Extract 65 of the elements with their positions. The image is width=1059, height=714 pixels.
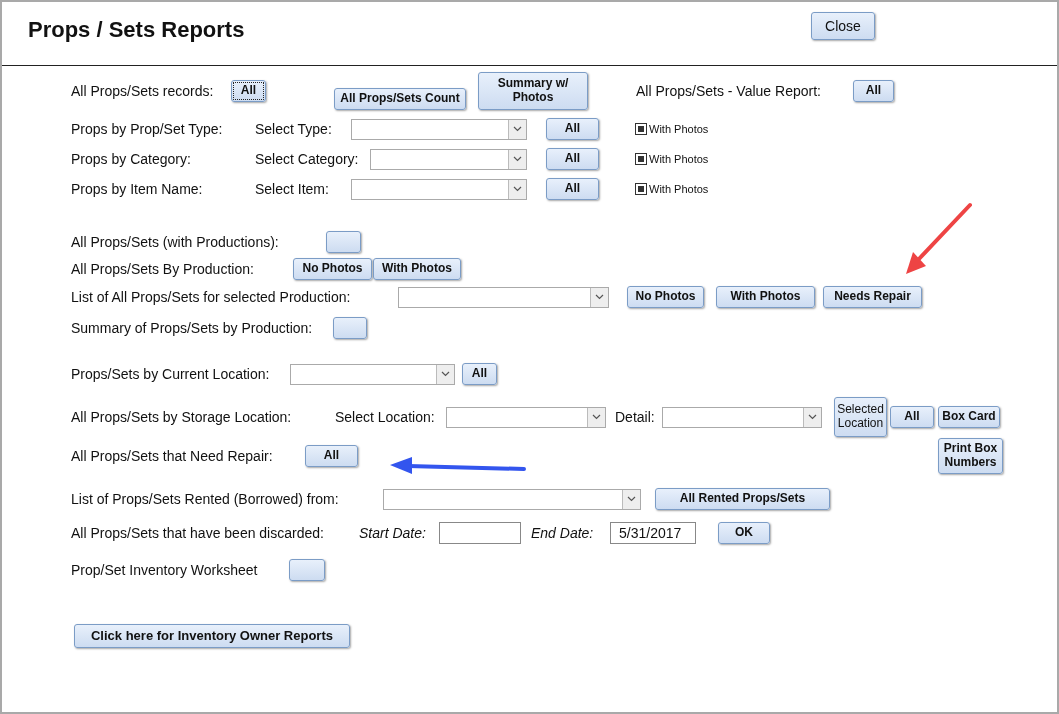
form-label: All Props/Sets - Value Report: <box>636 83 822 99</box>
report-button[interactable] <box>289 559 325 581</box>
report-button[interactable]: With Photos <box>716 286 815 308</box>
checkbox-label: With Photos <box>649 183 709 195</box>
report-button[interactable]: All <box>890 406 934 428</box>
checkbox-label: With Photos <box>649 153 709 165</box>
report-button[interactable]: With Photos <box>373 258 461 280</box>
report-button[interactable]: No Photos <box>293 258 372 280</box>
report-button[interactable]: All <box>305 445 358 467</box>
dropdown[interactable] <box>351 118 527 140</box>
report-button[interactable]: Selected Location <box>834 397 887 437</box>
annotation-arrow <box>906 203 972 274</box>
dropdown[interactable] <box>290 363 455 385</box>
dropdown[interactable] <box>383 488 641 510</box>
form-label: All Props/Sets that have been discarded: <box>71 525 325 541</box>
checkbox[interactable] <box>635 123 647 135</box>
form-label: Props by Category: <box>71 151 192 167</box>
form-label: All Props/Sets (with Productions): <box>71 234 280 250</box>
form-label: Select Location: <box>335 409 436 425</box>
report-button[interactable]: Click here for Inventory Owner Reports <box>74 624 350 648</box>
report-button[interactable]: OK <box>718 522 770 544</box>
form-label: Summary of Props/Sets by Production: <box>71 320 314 336</box>
form-label: Select Type: <box>255 121 333 137</box>
date-field[interactable] <box>439 522 521 544</box>
report-button[interactable]: All <box>853 80 894 102</box>
dropdown[interactable] <box>662 406 822 428</box>
report-button[interactable]: All Props/Sets Count <box>334 88 466 110</box>
field-caption: Start Date: <box>359 525 427 541</box>
dropdown[interactable] <box>398 286 609 308</box>
report-button[interactable] <box>326 231 361 253</box>
checkbox[interactable] <box>635 153 647 165</box>
form-title: Props / Sets Reports <box>27 16 246 43</box>
checkbox[interactable] <box>635 183 647 195</box>
report-button[interactable]: Summary w/ Photos <box>478 72 588 110</box>
report-button[interactable]: All Rented Props/Sets <box>655 488 830 510</box>
report-button[interactable]: All <box>231 80 266 102</box>
form-label: List of Props/Sets Rented (Borrowed) from: <box>71 491 340 507</box>
form-label: Prop/Set Inventory Worksheet <box>71 562 259 578</box>
report-button[interactable] <box>333 317 367 339</box>
close-button[interactable]: Close <box>811 12 875 40</box>
form-label: All Props/Sets By Production: <box>71 261 255 277</box>
form-label: Select Item: <box>255 181 330 197</box>
date-field[interactable]: 5/31/2017 <box>610 522 696 544</box>
form-label: All Props/Sets by Storage Location: <box>71 409 293 425</box>
form-label: Props by Prop/Set Type: <box>71 121 224 137</box>
form-label: All Props/Sets that Need Repair: <box>71 448 274 464</box>
report-button[interactable]: No Photos <box>627 286 704 308</box>
report-button[interactable]: All <box>462 363 497 385</box>
report-button[interactable]: All <box>546 118 599 140</box>
form-label: List of All Props/Sets for selected Production: <box>71 289 352 305</box>
report-button[interactable]: All <box>546 178 599 200</box>
form-label: Props/Sets by Current Location: <box>71 366 271 382</box>
checkbox-label: With Photos <box>649 123 709 135</box>
report-button[interactable]: Needs Repair <box>823 286 922 308</box>
report-button[interactable]: Box Card <box>938 406 1000 428</box>
form-label: Select Category: <box>255 151 360 167</box>
form-label: Props by Item Name: <box>71 181 204 197</box>
field-caption: End Date: <box>531 525 595 541</box>
report-button[interactable]: All <box>546 148 599 170</box>
dropdown[interactable] <box>446 406 606 428</box>
form-label: Detail: <box>615 409 656 425</box>
dropdown[interactable] <box>370 148 527 170</box>
form-label: All Props/Sets records: <box>71 83 215 99</box>
report-button[interactable]: Print Box Numbers <box>938 438 1003 474</box>
dropdown[interactable] <box>351 178 527 200</box>
